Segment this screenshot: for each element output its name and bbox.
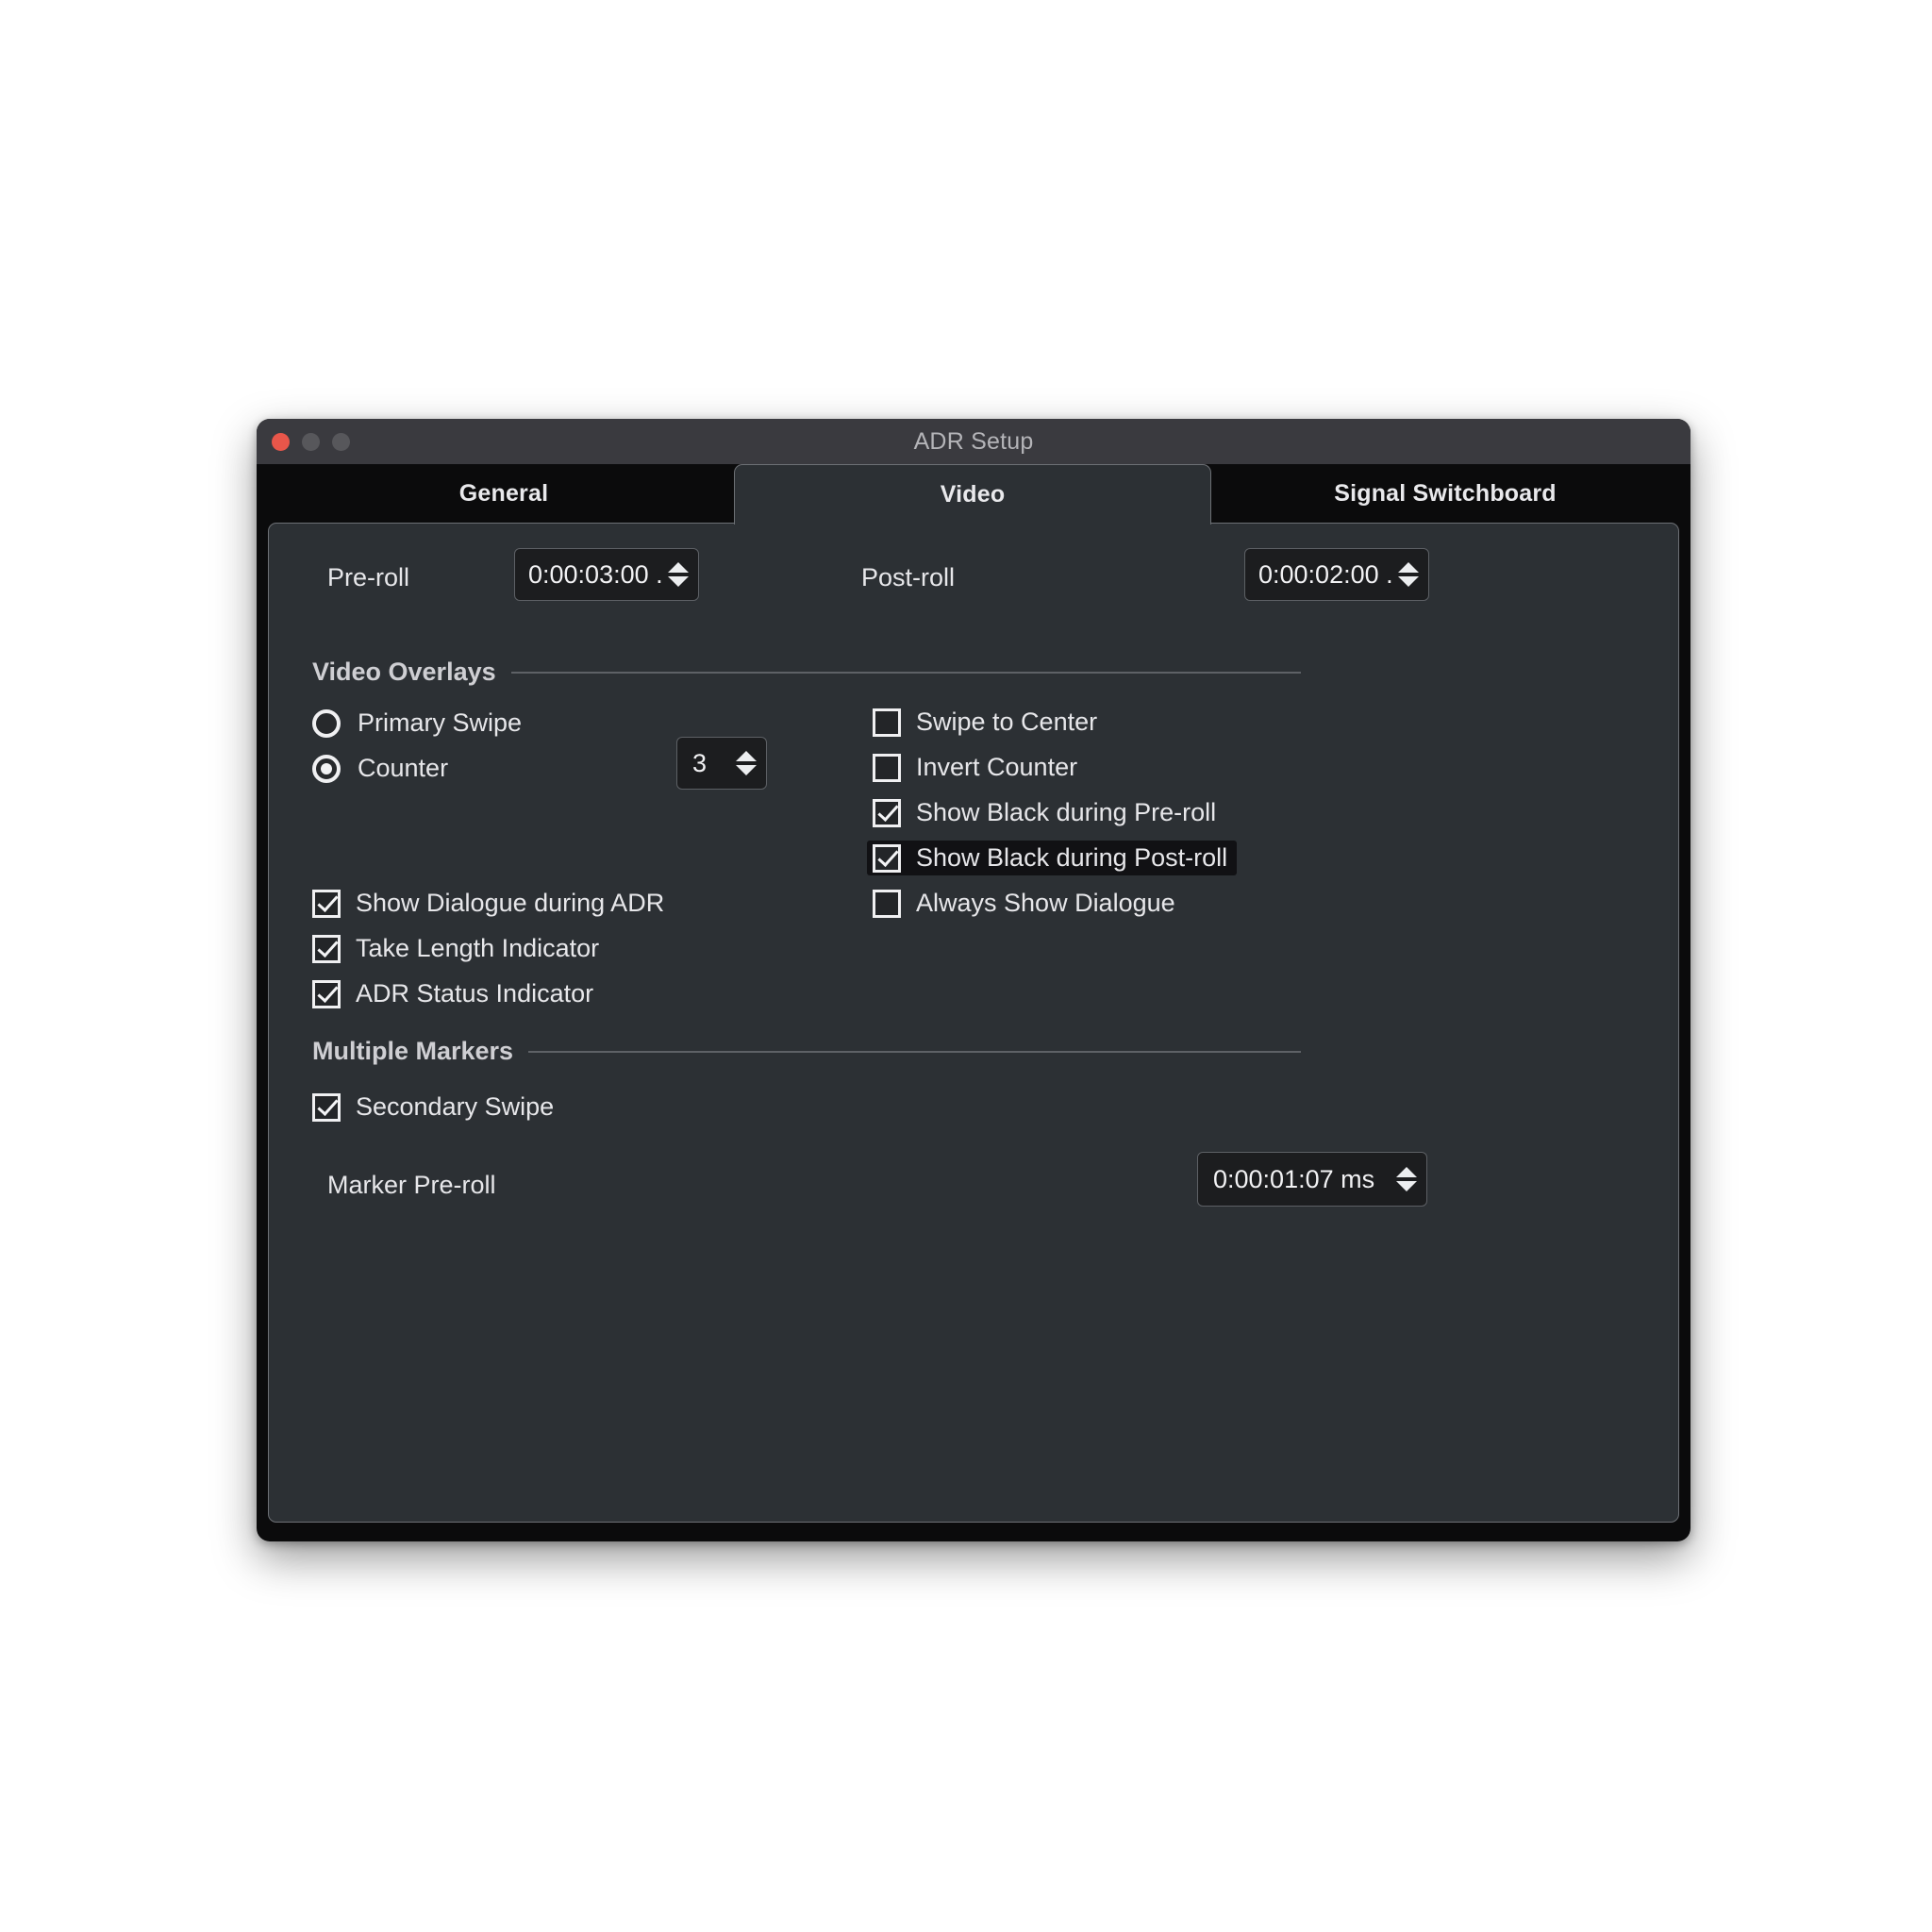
window-titlebar: ADR Setup <box>257 419 1690 464</box>
preroll-stepper-arrows[interactable] <box>668 562 689 587</box>
checkbox-checked-icon[interactable] <box>873 843 901 873</box>
checkbox-checked-icon[interactable] <box>873 798 901 827</box>
preroll-stepper[interactable]: 0:00:03:00 . <box>514 548 699 601</box>
marker-preroll-stepper[interactable]: 0:00:01:07 ms <box>1197 1152 1427 1207</box>
multiple-markers-title: Multiple Markers <box>312 1037 514 1065</box>
tab-general[interactable]: General <box>268 464 740 523</box>
tab-bar: General Video Signal Switchboard <box>257 464 1690 525</box>
checkbox-show-black-pre-roll[interactable]: Show Black during Pre-roll <box>867 795 1225 830</box>
checkbox-show-black-pre-roll-label: Show Black during Pre-roll <box>916 798 1217 826</box>
arrow-up-icon[interactable] <box>1398 562 1419 573</box>
checkbox-icon[interactable] <box>873 708 901 737</box>
checkbox-icon[interactable] <box>873 753 901 782</box>
checkbox-adr-status-indicator-label: ADR Status Indicator <box>356 979 594 1008</box>
checkbox-take-length-indicator[interactable]: Take Length Indicator <box>307 931 608 966</box>
checkbox-show-black-post-roll[interactable]: Show Black during Post-roll <box>867 841 1238 875</box>
checkbox-take-length-indicator-label: Take Length Indicator <box>356 934 600 962</box>
arrow-up-icon[interactable] <box>736 751 757 761</box>
postroll-stepper-arrows[interactable] <box>1398 562 1419 587</box>
checkbox-checked-icon[interactable] <box>312 889 341 918</box>
checkbox-show-dialogue-during-adr-label: Show Dialogue during ADR <box>356 889 665 917</box>
radio-selected-icon[interactable] <box>312 754 341 783</box>
counter-value[interactable]: 3 <box>692 749 736 778</box>
counter-stepper-arrows[interactable] <box>736 751 757 775</box>
window-title: ADR Setup <box>913 428 1034 455</box>
arrow-up-icon[interactable] <box>1396 1167 1417 1177</box>
group-divider <box>510 671 1301 674</box>
video-overlays-title: Video Overlays <box>312 658 496 686</box>
video-settings-panel: Pre-roll 0:00:03:00 . Post-roll 0:00:02:… <box>268 523 1679 1523</box>
checkbox-invert-counter[interactable]: Invert Counter <box>867 750 1087 785</box>
checkbox-swipe-to-center-label: Swipe to Center <box>916 708 1098 736</box>
checkbox-show-black-post-roll-label: Show Black during Post-roll <box>916 843 1228 872</box>
tab-general-label: General <box>458 479 549 507</box>
adr-setup-window: ADR Setup General Video Signal Switchboa… <box>257 419 1690 1541</box>
marker-preroll-value[interactable]: 0:00:01:07 ms <box>1213 1165 1396 1194</box>
checkbox-adr-status-indicator[interactable]: ADR Status Indicator <box>307 976 603 1011</box>
radio-counter[interactable]: Counter <box>312 754 448 783</box>
checkbox-swipe-to-center[interactable]: Swipe to Center <box>867 705 1107 740</box>
tab-video-label: Video <box>940 481 1006 508</box>
radio-primary-swipe-label: Primary Swipe <box>358 708 523 737</box>
group-divider <box>528 1050 1301 1053</box>
checkbox-checked-icon[interactable] <box>312 979 341 1008</box>
radio-counter-label: Counter <box>358 754 449 782</box>
arrow-down-icon[interactable] <box>1398 576 1419 587</box>
marker-preroll-stepper-arrows[interactable] <box>1396 1167 1417 1191</box>
arrow-down-icon[interactable] <box>668 576 689 587</box>
arrow-down-icon[interactable] <box>1396 1181 1417 1191</box>
radio-primary-swipe[interactable]: Primary Swipe <box>312 708 522 738</box>
checkbox-checked-icon[interactable] <box>312 934 341 963</box>
screenshot-root: ADR Setup General Video Signal Switchboa… <box>0 0 1932 1932</box>
counter-stepper[interactable]: 3 <box>676 737 767 790</box>
checkbox-always-show-dialogue[interactable]: Always Show Dialogue <box>867 886 1185 921</box>
marker-preroll-label: Marker Pre-roll <box>327 1171 496 1199</box>
tab-video[interactable]: Video <box>734 464 1211 525</box>
preroll-label: Pre-roll <box>327 563 410 591</box>
checkbox-secondary-swipe-label: Secondary Swipe <box>356 1092 555 1121</box>
multiple-markers-group-header: Multiple Markers <box>312 1037 1301 1066</box>
checkbox-icon[interactable] <box>873 889 901 918</box>
checkbox-always-show-dialogue-label: Always Show Dialogue <box>916 889 1175 917</box>
video-overlays-group-header: Video Overlays <box>312 658 1301 687</box>
tab-signal-switchboard-label: Signal Switchboard <box>1334 479 1557 507</box>
checkbox-checked-icon[interactable] <box>312 1092 341 1122</box>
arrow-up-icon[interactable] <box>668 562 689 573</box>
postroll-value[interactable]: 0:00:02:00 . <box>1258 560 1398 590</box>
postroll-label: Post-roll <box>861 563 956 591</box>
checkbox-secondary-swipe[interactable]: Secondary Swipe <box>307 1090 563 1124</box>
arrow-down-icon[interactable] <box>736 765 757 775</box>
tab-signal-switchboard[interactable]: Signal Switchboard <box>1209 464 1681 523</box>
checkbox-invert-counter-label: Invert Counter <box>916 753 1078 781</box>
checkbox-show-dialogue-during-adr[interactable]: Show Dialogue during ADR <box>307 886 674 921</box>
preroll-value[interactable]: 0:00:03:00 . <box>528 560 668 590</box>
postroll-stepper[interactable]: 0:00:02:00 . <box>1244 548 1429 601</box>
radio-icon[interactable] <box>312 708 341 738</box>
